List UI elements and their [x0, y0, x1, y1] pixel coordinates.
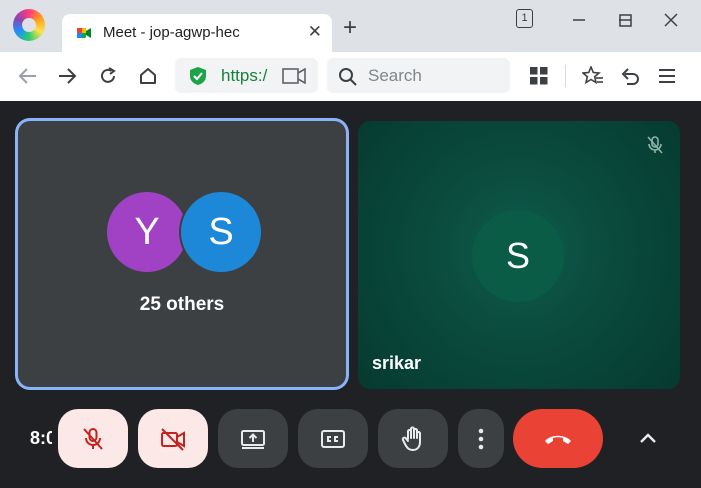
minimize-icon: [573, 19, 585, 21]
address-bar[interactable]: https:/: [175, 58, 318, 93]
search-box[interactable]: Search: [327, 58, 510, 93]
browser-logo-icon[interactable]: [13, 9, 45, 41]
present-button[interactable]: [218, 409, 288, 468]
close-window-button[interactable]: [648, 4, 694, 36]
tab-close-icon[interactable]: ✕: [308, 23, 322, 41]
avatar-s: S: [181, 192, 261, 272]
shield-icon: [190, 67, 206, 85]
avatar-initial: S: [505, 235, 530, 276]
back-arrow-icon: [18, 68, 36, 84]
back-button[interactable]: [15, 63, 41, 89]
browser-toolbar: https:/ Search: [0, 52, 701, 101]
camera-permission-icon[interactable]: [282, 68, 306, 84]
expand-controls-button[interactable]: [636, 426, 660, 450]
avatar-initial: S: [208, 210, 234, 253]
home-button[interactable]: [135, 63, 161, 89]
search-icon: [339, 68, 357, 86]
participant-name: srikar: [372, 353, 422, 373]
maximize-button[interactable]: [602, 4, 648, 36]
history-button[interactable]: [618, 64, 642, 88]
mic-off-icon: [647, 136, 663, 154]
close-window-icon: [664, 13, 678, 27]
search-placeholder: Search: [368, 66, 422, 85]
more-vert-icon: [478, 428, 484, 449]
minimize-button-2[interactable]: [556, 4, 602, 36]
tab-title: Meet - jop-agwp-hec: [103, 24, 240, 41]
new-tab-button[interactable]: +: [343, 16, 357, 40]
videocam-off-icon: [161, 427, 185, 451]
menu-button[interactable]: [655, 64, 679, 88]
participant-tile[interactable]: S srikar: [358, 121, 680, 389]
tab-count-button[interactable]: 1: [516, 9, 533, 28]
present-screen-icon: [241, 429, 265, 449]
others-count-label: 25 others: [139, 294, 225, 315]
others-tile[interactable]: Y S 25 others: [18, 121, 346, 387]
toolbar-divider: [565, 65, 566, 87]
meet-favicon-icon: [77, 28, 91, 38]
avatar-y: Y: [107, 192, 187, 272]
maximize-icon: [618, 13, 632, 27]
captions-icon: [321, 429, 345, 448]
mic-button[interactable]: [58, 409, 128, 468]
url-text: https:/: [221, 66, 268, 85]
reload-button[interactable]: [95, 63, 121, 89]
call-end-icon: [545, 435, 571, 444]
grid-icon: [530, 67, 548, 85]
forward-arrow-icon: [59, 68, 77, 84]
raise-hand-button[interactable]: [378, 409, 448, 468]
mic-off-icon: [83, 427, 103, 450]
participant-avatar: S: [472, 210, 564, 302]
meeting-clock: 8:0: [30, 428, 52, 448]
star-list-icon: [582, 66, 603, 85]
hamburger-menu-icon: [659, 69, 675, 83]
home-icon: [140, 68, 156, 84]
hand-icon: [401, 426, 421, 451]
captions-button[interactable]: [298, 409, 368, 468]
bookmarks-button[interactable]: [581, 64, 605, 88]
leave-call-button[interactable]: [513, 409, 603, 468]
more-options-button[interactable]: [458, 409, 504, 468]
tab-meet[interactable]: Meet - jop-agwp-hec ✕: [62, 14, 332, 52]
reload-icon: [101, 67, 116, 83]
forward-button[interactable]: [54, 63, 80, 89]
avatar-initial: Y: [134, 210, 160, 253]
camera-button[interactable]: [138, 409, 208, 468]
extensions-button[interactable]: [527, 64, 551, 88]
chevron-up-icon: [640, 433, 656, 443]
undo-icon: [621, 68, 639, 85]
